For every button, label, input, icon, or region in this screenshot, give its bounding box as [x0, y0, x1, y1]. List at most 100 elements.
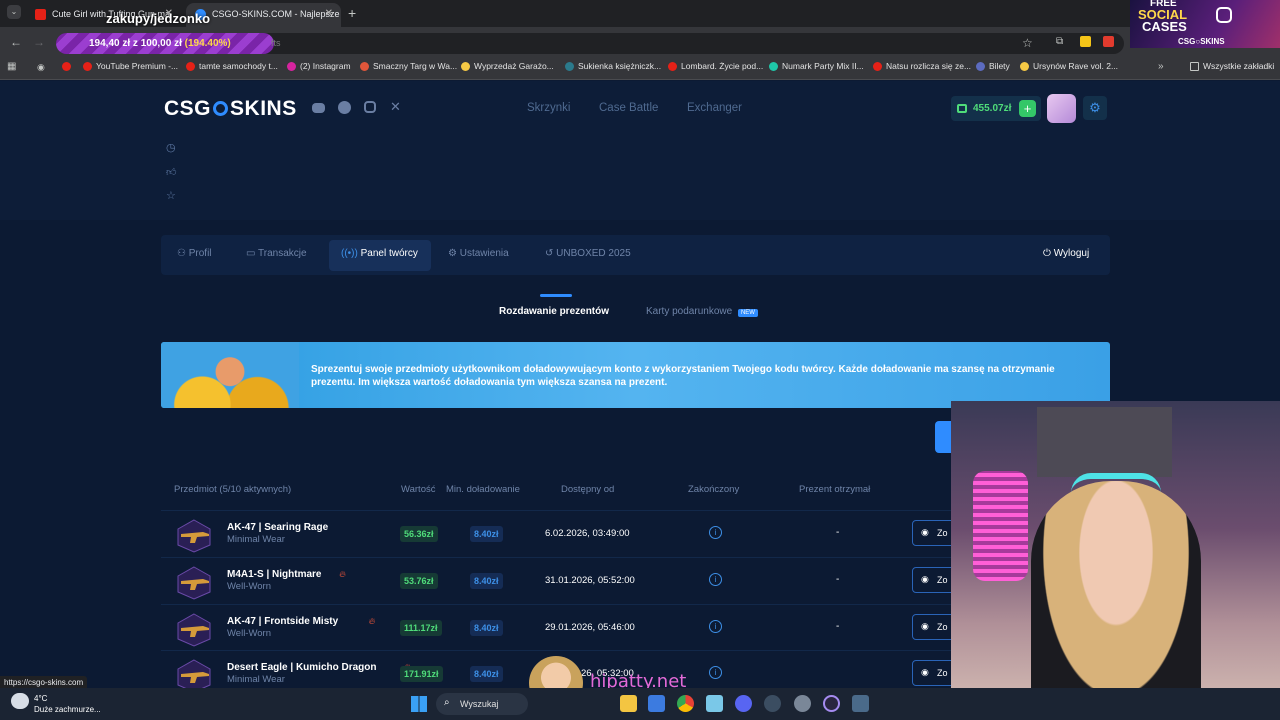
info-icon[interactable]: i [709, 526, 722, 539]
extension-icon[interactable] [1103, 36, 1114, 47]
instagram-icon[interactable] [364, 101, 376, 113]
bookmark-item[interactable]: Natsu rozlicza się ze... [873, 61, 971, 71]
item-min-deposit: 8.40zł [470, 573, 503, 589]
tab-ustawienia[interactable]: ⚙ Ustawienia [448, 248, 509, 259]
chrome-icon[interactable]: ◉ [37, 62, 45, 73]
thumbs-up-icon[interactable]: 👍︎ [166, 166, 176, 178]
wallet-icon [957, 104, 967, 113]
bookmark-star-icon[interactable]: ☆ [1022, 36, 1033, 50]
bookmark-item[interactable]: Smaczny Targ w Wa... [360, 61, 457, 71]
chrome-icon[interactable] [677, 695, 694, 712]
tab-profil[interactable]: ⚇ Profil [177, 248, 212, 259]
bookmark-item[interactable]: Bilety [976, 61, 1010, 71]
table-row-divider [161, 604, 951, 605]
item-value: 56.36zł [400, 526, 438, 542]
steam-icon[interactable] [764, 695, 781, 712]
subtab-rozdawanie[interactable]: Rozdawanie prezentów [499, 306, 609, 317]
item-name: Desert Eagle | Kumicho Dragon [227, 662, 377, 673]
store-icon[interactable] [648, 695, 665, 712]
col-prezent: Prezent otrzymał [799, 484, 871, 495]
discord-icon[interactable] [312, 103, 325, 113]
nav-exchanger[interactable]: Exchanger [687, 102, 742, 114]
tab-list-icon[interactable]: ⌄ [7, 5, 21, 19]
eye-icon: ◉ [921, 667, 929, 677]
weather-icon[interactable] [11, 693, 29, 709]
info-icon[interactable]: i [709, 666, 722, 679]
item-min-deposit: 8.40zł [470, 666, 503, 682]
bookmark-item[interactable]: Wyprzedaż Garażo... [461, 61, 554, 71]
info-icon[interactable]: i [709, 620, 722, 633]
obs-icon[interactable] [823, 695, 840, 712]
chevron-right-icon[interactable]: » [1158, 61, 1164, 72]
settings-icon[interactable] [794, 695, 811, 712]
taskbar [0, 688, 1280, 720]
item-wear: Well-Worn [227, 581, 271, 592]
x-icon[interactable]: ✕ [390, 99, 401, 115]
star-icon[interactable]: ☆ [166, 189, 176, 202]
webcam-overlay [951, 401, 1280, 720]
subtab-karty[interactable]: Karty podarunkowe NEW [646, 306, 758, 317]
notepad-icon[interactable] [706, 695, 723, 712]
bookmark-item[interactable]: Lombard. Życie pod... [668, 61, 763, 71]
gear-icon: ⚙ [448, 248, 460, 259]
overlay-title: zakupy/jedzonko [106, 11, 211, 26]
table-row-divider [161, 650, 951, 651]
extension-icon[interactable]: ⧉ [1056, 36, 1063, 47]
omnibox[interactable]: 194,40 zł z 100,00 zł (194.40%) fts ☆ [56, 33, 1124, 54]
item-min-deposit: 8.40zł [470, 526, 503, 542]
nav-skrzynki[interactable]: Skrzynki [527, 102, 570, 114]
tab-unboxed[interactable]: ↺ UNBOXED 2025 [545, 248, 631, 259]
bookmark-item[interactable]: YouTube Premium -... [83, 61, 178, 71]
all-bookmarks[interactable]: Wszystkie zakładki [1190, 61, 1274, 71]
avatar[interactable] [1047, 94, 1076, 123]
tab-label: CSGO-SKINS.COM - Najlepsze [212, 9, 340, 19]
eye-icon: ◉ [921, 527, 929, 537]
bookmarks-bar: ▦ ◉ YouTube Premium -... tamte samochody… [0, 57, 1280, 80]
app-icon[interactable] [852, 695, 869, 712]
taskbar-search[interactable]: ⌕ Wyszukaj [436, 693, 528, 715]
mascot-illustration [161, 342, 299, 408]
info-icon[interactable]: i [709, 573, 722, 586]
site-logo[interactable]: CSG SKINS [164, 97, 297, 121]
nav-case-battle[interactable]: Case Battle [599, 102, 658, 114]
bookmark-item[interactable]: tamte samochody t... [186, 61, 278, 71]
deposit-button[interactable]: + [1019, 100, 1036, 117]
goal-progress-text: 194,40 zł z 100,00 zł (194.40%) [89, 38, 231, 49]
search-icon: ⌕ [444, 697, 450, 708]
new-tab-icon[interactable]: + [348, 5, 356, 21]
skin-thumbnail [175, 565, 213, 601]
bookmark-item[interactable]: Sukienka księżniczk... [565, 61, 661, 71]
weather-text: Duże zachmurze... [34, 705, 101, 714]
skin-thumbnail [175, 518, 213, 554]
item-value: 111.17zł [400, 620, 442, 636]
bookmark-item[interactable]: Numark Party Mix II... [769, 61, 864, 71]
bookmark-item[interactable]: Ursynów Rave vol. 2... [1020, 61, 1118, 71]
apps-icon[interactable]: ▦ [7, 61, 16, 72]
discord-icon[interactable] [735, 695, 752, 712]
windows-start-icon[interactable] [411, 696, 427, 712]
col-wartosc: Wartość [401, 484, 436, 495]
close-icon[interactable]: ✕ [325, 8, 333, 19]
file-explorer-icon[interactable] [620, 695, 637, 712]
forward-icon[interactable]: → [33, 35, 45, 49]
gift-recipient: - [836, 574, 840, 585]
bookmark-item[interactable]: (2) Instagram [287, 61, 351, 71]
item-name: AK-47 | Searing Rage [227, 522, 329, 533]
window-scenery [1037, 407, 1172, 477]
item-wear: Minimal Wear [227, 534, 285, 545]
back-icon[interactable]: ← [10, 35, 22, 49]
url-text: fts [271, 38, 281, 48]
item-min-deposit: 8.40zł [470, 620, 503, 636]
facebook-icon[interactable] [338, 101, 351, 114]
logout-button[interactable]: ⏻ Wyloguj [1043, 248, 1089, 259]
cat-ears [1071, 473, 1161, 493]
settings-gear-icon[interactable]: ⚙ [1083, 96, 1107, 120]
view-label: Zo [937, 668, 948, 678]
clock-icon[interactable]: ◷ [166, 141, 176, 154]
tab-transakcje[interactable]: ▭ Transakcje [246, 248, 307, 259]
balance-box[interactable]: 455.07zł + [951, 96, 1041, 121]
extension-icon[interactable] [1080, 36, 1091, 47]
power-icon: ⏻ [1043, 248, 1054, 259]
subtab-indicator [540, 294, 572, 297]
promo-brand: CSG○SKINS [1178, 37, 1225, 46]
